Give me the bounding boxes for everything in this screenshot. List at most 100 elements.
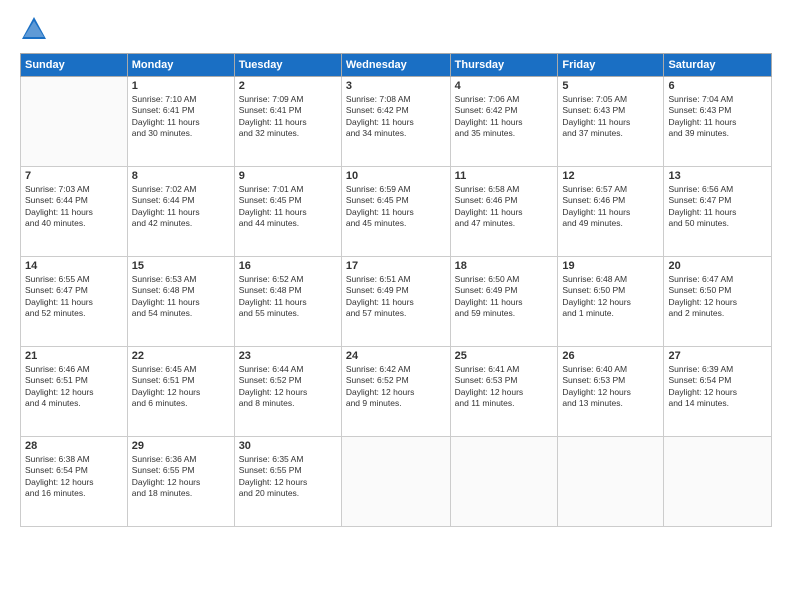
day-number: 8 <box>132 170 230 182</box>
day-number: 12 <box>562 170 659 182</box>
calendar-cell: 16 Sunrise: 6:52 AM Sunset: 6:48 PM Dayli… <box>234 257 341 347</box>
day-info: Sunrise: 6:46 AM Sunset: 6:51 PM Dayligh… <box>25 364 123 410</box>
calendar-cell: 28 Sunrise: 6:38 AM Sunset: 6:54 PM Dayli… <box>21 437 128 527</box>
day-number: 11 <box>455 170 554 182</box>
calendar-week-2: 14 Sunrise: 6:55 AM Sunset: 6:47 PM Dayli… <box>21 257 772 347</box>
weekday-header-saturday: Saturday <box>664 54 772 77</box>
day-number: 21 <box>25 350 123 362</box>
calendar-cell <box>450 437 558 527</box>
calendar-cell <box>664 437 772 527</box>
day-info: Sunrise: 7:08 AM Sunset: 6:42 PM Dayligh… <box>346 94 446 140</box>
calendar-cell: 14 Sunrise: 6:55 AM Sunset: 6:47 PM Dayli… <box>21 257 128 347</box>
day-number: 28 <box>25 440 123 452</box>
calendar-cell <box>21 77 128 167</box>
day-info: Sunrise: 6:59 AM Sunset: 6:45 PM Dayligh… <box>346 184 446 230</box>
day-info: Sunrise: 7:05 AM Sunset: 6:43 PM Dayligh… <box>562 94 659 140</box>
day-info: Sunrise: 6:41 AM Sunset: 6:53 PM Dayligh… <box>455 364 554 410</box>
weekday-header-friday: Friday <box>558 54 664 77</box>
day-info: Sunrise: 6:51 AM Sunset: 6:49 PM Dayligh… <box>346 274 446 320</box>
calendar-table: SundayMondayTuesdayWednesdayThursdayFrid… <box>20 53 772 527</box>
weekday-header-tuesday: Tuesday <box>234 54 341 77</box>
day-info: Sunrise: 6:40 AM Sunset: 6:53 PM Dayligh… <box>562 364 659 410</box>
day-number: 13 <box>668 170 767 182</box>
calendar-cell: 18Sunrise: 6:50 AM Sunset: 6:49 PM Dayli… <box>450 257 558 347</box>
calendar-cell: 26 Sunrise: 6:40 AM Sunset: 6:53 PM Dayli… <box>558 347 664 437</box>
day-info: Sunrise: 7:10 AM Sunset: 6:41 PM Dayligh… <box>132 94 230 140</box>
day-number: 6 <box>668 80 767 92</box>
calendar-cell: 10 Sunrise: 6:59 AM Sunset: 6:45 PM Dayli… <box>341 167 450 257</box>
calendar-cell: 17 Sunrise: 6:51 AM Sunset: 6:49 PM Dayli… <box>341 257 450 347</box>
weekday-header-monday: Monday <box>127 54 234 77</box>
day-number: 4 <box>455 80 554 92</box>
calendar-week-3: 21 Sunrise: 6:46 AM Sunset: 6:51 PM Dayli… <box>21 347 772 437</box>
day-number: 29 <box>132 440 230 452</box>
day-info: Sunrise: 7:04 AM Sunset: 6:43 PM Dayligh… <box>668 94 767 140</box>
day-number: 14 <box>25 260 123 272</box>
calendar-cell: 5 Sunrise: 7:05 AM Sunset: 6:43 PM Daylig… <box>558 77 664 167</box>
weekday-header-wednesday: Wednesday <box>341 54 450 77</box>
day-number: 16 <box>239 260 337 272</box>
day-info: Sunrise: 6:57 AM Sunset: 6:46 PM Dayligh… <box>562 184 659 230</box>
calendar-cell: 3Sunrise: 7:08 AM Sunset: 6:42 PM Daylig… <box>341 77 450 167</box>
day-number: 23 <box>239 350 337 362</box>
day-number: 25 <box>455 350 554 362</box>
day-number: 26 <box>562 350 659 362</box>
logo-icon <box>20 15 48 43</box>
day-number: 18 <box>455 260 554 272</box>
calendar-cell: 4 Sunrise: 7:06 AM Sunset: 6:42 PM Daylig… <box>450 77 558 167</box>
calendar-cell: 27 Sunrise: 6:39 AM Sunset: 6:54 PM Dayli… <box>664 347 772 437</box>
day-info: Sunrise: 7:02 AM Sunset: 6:44 PM Dayligh… <box>132 184 230 230</box>
day-info: Sunrise: 6:53 AM Sunset: 6:48 PM Dayligh… <box>132 274 230 320</box>
calendar-week-1: 7 Sunrise: 7:03 AM Sunset: 6:44 PM Daylig… <box>21 167 772 257</box>
calendar-week-4: 28 Sunrise: 6:38 AM Sunset: 6:54 PM Dayli… <box>21 437 772 527</box>
calendar-cell: 22Sunrise: 6:45 AM Sunset: 6:51 PM Dayli… <box>127 347 234 437</box>
day-info: Sunrise: 6:35 AM Sunset: 6:55 PM Dayligh… <box>239 454 337 500</box>
weekday-header-sunday: Sunday <box>21 54 128 77</box>
day-info: Sunrise: 6:42 AM Sunset: 6:52 PM Dayligh… <box>346 364 446 410</box>
calendar-cell: 25 Sunrise: 6:41 AM Sunset: 6:53 PM Dayli… <box>450 347 558 437</box>
day-number: 24 <box>346 350 446 362</box>
day-info: Sunrise: 6:48 AM Sunset: 6:50 PM Dayligh… <box>562 274 659 320</box>
day-number: 10 <box>346 170 446 182</box>
day-number: 22 <box>132 350 230 362</box>
day-number: 1 <box>132 80 230 92</box>
day-number: 15 <box>132 260 230 272</box>
day-info: Sunrise: 7:01 AM Sunset: 6:45 PM Dayligh… <box>239 184 337 230</box>
day-number: 17 <box>346 260 446 272</box>
calendar-week-0: 1 Sunrise: 7:10 AM Sunset: 6:41 PM Daylig… <box>21 77 772 167</box>
day-info: Sunrise: 6:39 AM Sunset: 6:54 PM Dayligh… <box>668 364 767 410</box>
logo <box>20 15 53 43</box>
calendar-cell <box>341 437 450 527</box>
calendar-cell: 20 Sunrise: 6:47 AM Sunset: 6:50 PM Dayli… <box>664 257 772 347</box>
day-info: Sunrise: 6:38 AM Sunset: 6:54 PM Dayligh… <box>25 454 123 500</box>
calendar-cell: 8 Sunrise: 7:02 AM Sunset: 6:44 PM Daylig… <box>127 167 234 257</box>
day-number: 2 <box>239 80 337 92</box>
day-number: 7 <box>25 170 123 182</box>
calendar-header-row: SundayMondayTuesdayWednesdayThursdayFrid… <box>21 54 772 77</box>
day-info: Sunrise: 7:03 AM Sunset: 6:44 PM Dayligh… <box>25 184 123 230</box>
calendar-cell: 2Sunrise: 7:09 AM Sunset: 6:41 PM Daylig… <box>234 77 341 167</box>
day-info: Sunrise: 7:06 AM Sunset: 6:42 PM Dayligh… <box>455 94 554 140</box>
calendar-cell: 15 Sunrise: 6:53 AM Sunset: 6:48 PM Dayli… <box>127 257 234 347</box>
calendar-cell: 12 Sunrise: 6:57 AM Sunset: 6:46 PM Dayli… <box>558 167 664 257</box>
day-number: 19 <box>562 260 659 272</box>
calendar-cell: 11 Sunrise: 6:58 AM Sunset: 6:46 PM Dayli… <box>450 167 558 257</box>
calendar-cell: 21 Sunrise: 6:46 AM Sunset: 6:51 PM Dayli… <box>21 347 128 437</box>
calendar-cell: 13Sunrise: 6:56 AM Sunset: 6:47 PM Dayli… <box>664 167 772 257</box>
day-number: 27 <box>668 350 767 362</box>
day-number: 9 <box>239 170 337 182</box>
calendar-cell: 9 Sunrise: 7:01 AM Sunset: 6:45 PM Daylig… <box>234 167 341 257</box>
day-info: Sunrise: 6:55 AM Sunset: 6:47 PM Dayligh… <box>25 274 123 320</box>
day-info: Sunrise: 6:47 AM Sunset: 6:50 PM Dayligh… <box>668 274 767 320</box>
calendar-cell: 24 Sunrise: 6:42 AM Sunset: 6:52 PM Dayli… <box>341 347 450 437</box>
day-info: Sunrise: 6:58 AM Sunset: 6:46 PM Dayligh… <box>455 184 554 230</box>
day-number: 30 <box>239 440 337 452</box>
day-number: 5 <box>562 80 659 92</box>
day-info: Sunrise: 6:52 AM Sunset: 6:48 PM Dayligh… <box>239 274 337 320</box>
day-number: 20 <box>668 260 767 272</box>
calendar-cell: 29 Sunrise: 6:36 AM Sunset: 6:55 PM Dayli… <box>127 437 234 527</box>
calendar-cell: 30 Sunrise: 6:35 AM Sunset: 6:55 PM Dayli… <box>234 437 341 527</box>
weekday-header-thursday: Thursday <box>450 54 558 77</box>
calendar-cell <box>558 437 664 527</box>
day-info: Sunrise: 6:36 AM Sunset: 6:55 PM Dayligh… <box>132 454 230 500</box>
